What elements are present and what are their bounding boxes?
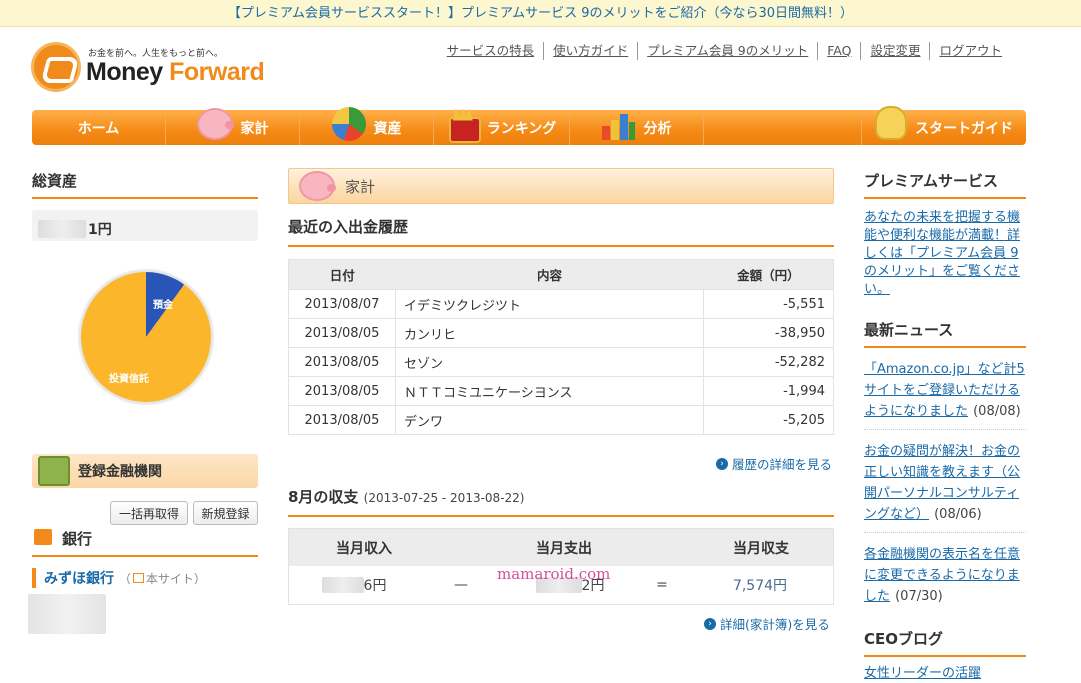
balance-value: 7,574円	[732, 578, 788, 594]
arrow-right-icon: ›	[716, 457, 728, 470]
premium-title: プレミアムサービス	[864, 170, 1026, 199]
new-registration-button[interactable]: 新規登録	[193, 501, 258, 525]
money-icon	[38, 456, 70, 486]
bar-chart-icon	[601, 110, 636, 140]
equals-sign: =	[656, 577, 668, 593]
pie-label-fund: 投資信託	[109, 374, 149, 385]
row-desc: セゾン	[394, 347, 704, 377]
col-income: 当月収入	[336, 540, 392, 557]
bank-section-title: 銀行	[32, 526, 258, 557]
row-date: 2013/08/05	[288, 347, 396, 377]
income-value: 6円	[289, 566, 419, 604]
table-row: 2013/08/05 カンリヒ -38,950	[288, 318, 834, 348]
row-date: 2013/08/05	[288, 376, 396, 406]
blurred-bank-details	[28, 594, 106, 634]
mascot-icon	[875, 105, 907, 140]
refresh-all-button[interactable]: 一括再取得	[110, 501, 188, 525]
nav-spacer	[704, 110, 862, 145]
nav-ranking[interactable]: ランキング	[434, 110, 570, 145]
row-desc: カンリヒ	[394, 318, 704, 348]
link-logout[interactable]: ログアウト	[929, 42, 1011, 60]
right-column: プレミアムサービス あなたの未来を把握する機能や便利な機能が満載！詳しくは「プレ…	[864, 170, 1026, 683]
link-guide[interactable]: 使い方ガイド	[543, 42, 637, 60]
bank-icon	[34, 529, 52, 545]
link-settings[interactable]: 設定変更	[860, 42, 929, 60]
ceo-blog-link[interactable]: 女性リーダーの活躍	[864, 665, 1026, 683]
promo-banner[interactable]: 【プレミアム会員サービススタート！】プレミアムサービス 9のメリットをご紹介（今…	[0, 0, 1081, 27]
row-amount: -52,282	[703, 347, 834, 377]
left-column: 総資産 1円	[32, 170, 258, 241]
total-assets-title: 総資産	[32, 170, 258, 199]
logo-mark-icon	[31, 42, 81, 92]
row-amount: -5,205	[703, 405, 834, 435]
row-date: 2013/08/05	[288, 318, 396, 348]
ceo-blog-title: CEOブログ	[864, 628, 1026, 657]
col-desc: 内容	[395, 259, 704, 290]
total-assets-value: 1円	[88, 221, 112, 238]
premium-link[interactable]: あなたの未来を把握する機能や便利な機能が満載！詳しくは「プレミアム会員 9のメリ…	[864, 209, 1026, 299]
top-links: サービスの特長 使い方ガイド プレミアム会員 9のメリット FAQ 設定変更 ロ…	[438, 42, 1011, 60]
household-section-header: 家計	[288, 168, 834, 204]
row-date: 2013/08/07	[288, 289, 396, 319]
watermark: mamaroid.com	[497, 565, 611, 583]
logo[interactable]: お金を前へ。人生をもっと前へ。 Money Forward	[31, 40, 281, 96]
table-row: 2013/08/07 イデミツクレジツト -5,551	[288, 289, 834, 319]
registered-institutions-header: 登録金融機関	[32, 454, 258, 488]
household-detail-link[interactable]: › 詳細(家計簿)を見る	[704, 614, 830, 633]
main-nav: ホーム 家計 資産 ランキング 分析 スタートガイド	[32, 105, 1026, 145]
pie-chart-icon	[331, 106, 366, 141]
link-features[interactable]: サービスの特長	[438, 42, 544, 60]
external-link-icon	[132, 573, 144, 583]
link-faq[interactable]: FAQ	[817, 42, 860, 60]
total-assets-box: 1円	[32, 210, 258, 241]
pie-label-deposit: 預金	[153, 300, 173, 311]
news-item: 各金融機関の表示名を任意に変更できるようになりました (07/30)	[864, 547, 1021, 604]
nav-household[interactable]: 家計	[166, 107, 300, 145]
row-date: 2013/08/05	[288, 405, 396, 435]
link-premium[interactable]: プレミアム会員 9のメリット	[637, 42, 817, 60]
row-amount: -5,551	[703, 289, 834, 319]
col-amount: 金額（円）	[703, 259, 834, 290]
col-balance: 当月収支	[733, 540, 789, 557]
month-summary-title: 8月の収支 (2013-07-25 - 2013-08-22)	[288, 486, 834, 517]
row-amount: -38,950	[703, 318, 834, 348]
col-date: 日付	[288, 259, 396, 290]
asset-pie-chart: 預金 投資信託	[79, 270, 213, 404]
col-expense: 当月支出	[536, 540, 592, 557]
bank-item-mizuho[interactable]: みずほ銀行 （本サイト）	[32, 568, 206, 588]
table-row: 2013/08/05 ＮＴＴコミユニケーシヨンス -1,994	[288, 376, 834, 406]
blurred-amount	[38, 219, 86, 238]
row-desc: デンワ	[394, 405, 704, 435]
transactions-table: 日付 内容 金額（円） 2013/08/07 イデミツクレジツト -5,551 201…	[288, 259, 834, 435]
logo-name: Money Forward	[86, 58, 265, 86]
table-row: 2013/08/05 デンワ -5,205	[288, 405, 834, 435]
news-title: 最新ニュース	[864, 319, 1026, 348]
crown-icon	[447, 109, 481, 143]
news-item: お金の疑問が解決！お金の正しい知識を教えます（公開パーソナルコンサルティングなど…	[864, 430, 1026, 533]
minus-sign: —	[454, 577, 468, 593]
news-item: 「Amazon.co.jp」など計5サイトをご登録いただけるようになりました (…	[864, 348, 1026, 430]
piggy-bank-icon	[299, 171, 336, 201]
recent-transactions-title: 最近の入出金履歴	[288, 216, 834, 247]
piggy-bank-icon	[196, 107, 234, 140]
row-desc: イデミツクレジツト	[394, 289, 704, 319]
table-row: 2013/08/05 セゾン -52,282	[288, 347, 834, 377]
row-amount: -1,994	[703, 376, 834, 406]
arrow-right-icon: ›	[704, 617, 716, 630]
nav-start-guide[interactable]: スタートガイド	[862, 105, 1026, 145]
row-desc: ＮＴＴコミユニケーシヨンス	[394, 376, 704, 406]
nav-analysis[interactable]: 分析	[570, 110, 704, 145]
history-detail-link[interactable]: › 履歴の詳細を見る	[716, 454, 832, 473]
nav-assets[interactable]: 資産	[300, 106, 434, 145]
nav-home[interactable]: ホーム	[32, 110, 166, 145]
